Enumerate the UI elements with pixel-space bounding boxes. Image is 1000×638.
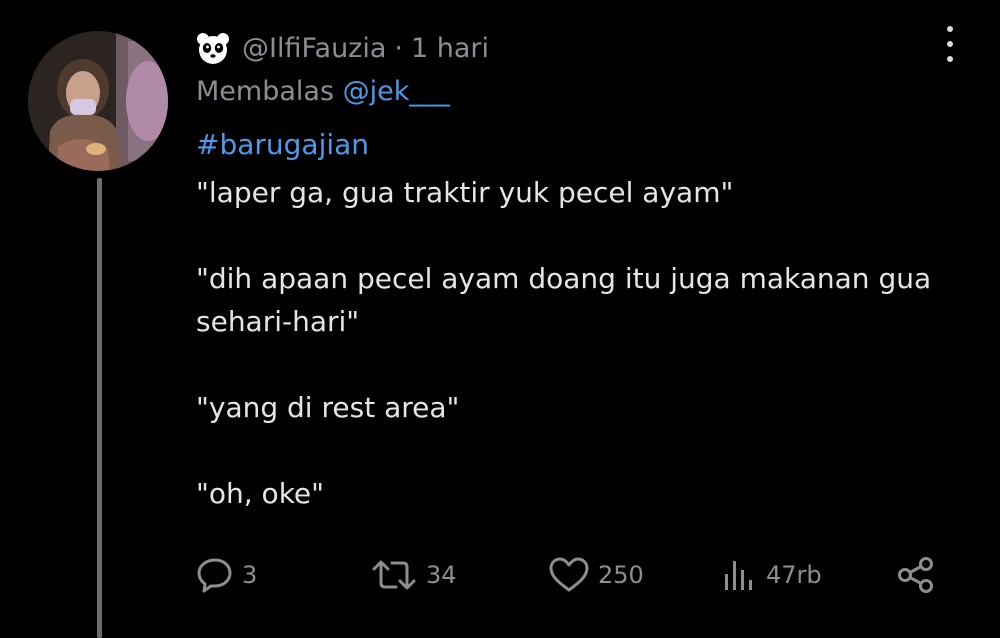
retweet-icon [372, 560, 416, 590]
share-icon [898, 557, 933, 593]
tweet-line: "yang di rest area" [196, 391, 460, 424]
author-handle[interactable]: @IlfiFauzia [242, 33, 386, 64]
action-bar: 3 34 250 47rb [196, 552, 946, 598]
retweet-button[interactable]: 34 [370, 552, 457, 598]
reply-mention-link[interactable]: @jek___ [343, 76, 450, 107]
tweet-line: "laper ga, gua traktir yuk pecel ayam" [196, 176, 734, 209]
thread-line [97, 178, 102, 638]
avatar[interactable] [28, 31, 168, 171]
reply-count: 3 [242, 561, 258, 589]
hashtag-link[interactable]: #barugajian [196, 128, 369, 161]
like-count: 250 [598, 561, 644, 589]
retweet-count: 34 [426, 561, 457, 589]
like-button[interactable]: 250 [548, 552, 644, 598]
tweet-text: "laper ga, gua traktir yuk pecel ayam" "… [196, 171, 976, 515]
more-vertical-icon [947, 26, 953, 32]
views-count: 47rb [766, 561, 822, 589]
views-chart-icon [725, 561, 752, 590]
reply-button[interactable]: 3 [196, 552, 257, 598]
reply-context: Membalas @jek___ [196, 76, 450, 107]
reply-icon [197, 558, 232, 593]
panda-icon [196, 31, 230, 65]
tweet-line: "oh, oke" [196, 477, 325, 510]
heart-icon [549, 557, 589, 592]
share-button[interactable] [896, 552, 936, 598]
more-options-button[interactable] [936, 26, 964, 62]
tweet-line: "dih apaan pecel ayam doang itu juga mak… [196, 262, 932, 338]
views-button[interactable]: 47rb [722, 552, 822, 598]
tweet: @IlfiFauzia · 1 hari Membalas @jek___ #b… [0, 0, 1000, 638]
avatar-image [28, 31, 168, 171]
tweet-time[interactable]: 1 hari [411, 33, 489, 64]
reply-prefix: Membalas [196, 76, 335, 107]
tweet-header: @IlfiFauzia · 1 hari [196, 28, 489, 68]
header-separator: · [394, 32, 403, 64]
